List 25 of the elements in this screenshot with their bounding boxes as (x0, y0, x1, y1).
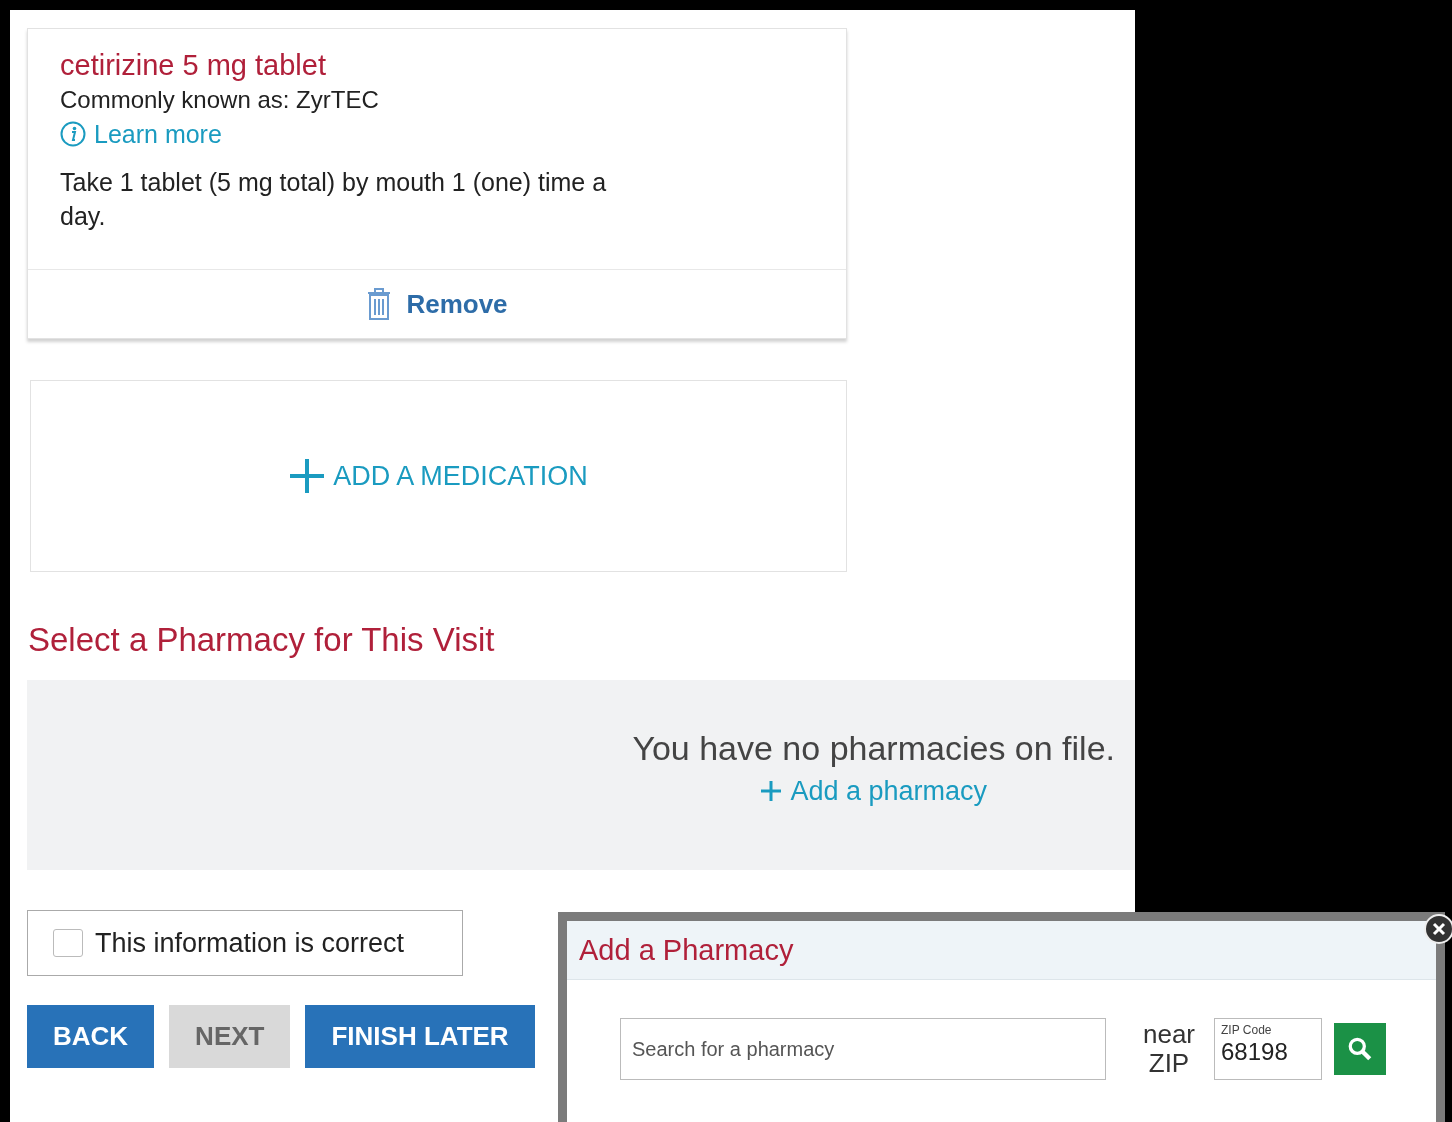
plus-icon (760, 780, 783, 802)
confirm-checkbox[interactable]: This information is correct (27, 910, 463, 976)
zip-field[interactable]: ZIP Code 68198 (1214, 1018, 1322, 1080)
remove-button[interactable]: Remove (366, 287, 508, 321)
trash-icon (366, 287, 393, 321)
add-medication-button[interactable]: ADD A MEDICATION (289, 458, 588, 494)
close-icon (1432, 922, 1446, 936)
empty-message: You have no pharmacies on file. (632, 728, 1115, 769)
medication-name: cetirizine 5 mg tablet (60, 48, 327, 83)
known-as-text: Commonly known as: ZyrTEC (60, 85, 380, 115)
plus-icon (289, 458, 326, 494)
finish-later-button[interactable]: FINISH LATER (305, 1005, 535, 1068)
learn-more-link[interactable]: Learn more (60, 117, 222, 151)
search-field[interactable]: Search for a pharmacy (620, 1018, 1106, 1080)
search-icon (1347, 1036, 1373, 1062)
section-heading: Select a Pharmacy for This Visit (28, 620, 496, 660)
near-zip-label: near ZIP (1141, 1020, 1196, 1078)
dialog-title: Add a Pharmacy (579, 933, 794, 967)
close-button[interactable] (1424, 914, 1452, 944)
search-button[interactable] (1334, 1023, 1386, 1075)
instructions-text: Take 1 tablet (5 mg total) by mouth 1 (one) time a day. (60, 167, 608, 232)
info-icon (60, 121, 86, 147)
add-pharmacy-link[interactable]: Add a pharmacy (760, 774, 987, 808)
back-button[interactable]: BACK (27, 1005, 155, 1068)
checkbox[interactable] (53, 929, 83, 957)
